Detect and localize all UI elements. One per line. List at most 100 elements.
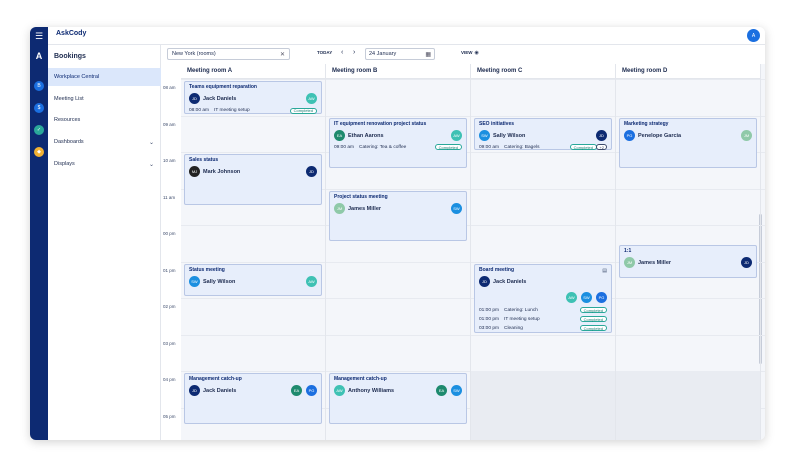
status-badge: Completed (434, 144, 462, 150)
attendee-avatar: PG (596, 291, 607, 303)
sidebar: Bookings Workplace Central Meeting List Re… (48, 45, 161, 440)
organizer-avatar: JD (189, 385, 200, 396)
organizer-avatar: JD (189, 93, 200, 104)
organizer-avatar: EA (334, 129, 345, 141)
time-label: 00 pm (163, 231, 176, 236)
organizer-name: James Miller (348, 205, 382, 212)
sidebar-item-label: Displays (54, 161, 75, 167)
booking-card[interactable]: Teams equipment reparation JD Jack Daniels… (184, 81, 322, 114)
sidebar-item-meeting-list[interactable]: Meeting List (48, 90, 161, 108)
booking-card[interactable]: Sales status MJ Mark Johnson JD (184, 154, 322, 205)
booking-title: Management catch-up (334, 376, 387, 382)
app-window: ☰ AskCody A A B $ ✓ ◆ Bookings Workplace Cen… (30, 27, 765, 440)
organizer-avatar: JD (479, 275, 490, 287)
organizer-avatar: MJ (189, 166, 200, 177)
user-avatar[interactable]: A (747, 29, 760, 42)
logo-icon[interactable]: A (34, 51, 44, 61)
sidebar-item-label: Dashboards (54, 139, 84, 145)
time-label: 05 pm (163, 413, 176, 419)
booking-card[interactable]: SEO initiatives SW Sally Wilson JD 09:00 am C… (474, 117, 612, 150)
status-badge: Completed (569, 144, 597, 150)
booking-title: Project status meeting (334, 193, 388, 200)
attendee-avatar: JD (306, 166, 317, 177)
organizer-name: Ethan Aarons (348, 132, 384, 139)
service-time: 09:00 am (479, 144, 500, 150)
service-time: 08:00 am (189, 108, 210, 113)
service-time: 09:00 am (334, 144, 355, 150)
service-row: 01:00 pm Catering: Lunch (479, 308, 538, 313)
attendee-avatar: PG (306, 385, 317, 396)
status-badge: Completed (579, 316, 607, 322)
chevron-down-icon[interactable]: ⌄ (149, 139, 154, 146)
today-button[interactable]: TODAY (317, 50, 332, 55)
organizer-name: Penelope Garcia (638, 132, 682, 139)
booking-card[interactable]: Marketing strategy PG Penelope Garcia JM (619, 117, 757, 169)
sidebar-item-resources[interactable]: Resources (48, 111, 161, 129)
room-header: Meeting room A (181, 64, 326, 79)
chevron-right-icon[interactable]: › (353, 49, 355, 56)
booking-card[interactable]: Board meeting ▤ JD Jack Daniels AW SW PG 01:00 … (474, 263, 612, 333)
booking-title: IT equipment renovation project status (334, 120, 427, 127)
service-row: 09:00 am Catering: Tea & coffee (334, 145, 406, 150)
service-time: 03:00 pm (479, 325, 500, 331)
chevron-down-icon[interactable]: ⌄ (149, 161, 154, 168)
attendee-avatar: AW (566, 291, 577, 303)
chevron-left-icon[interactable]: ‹ (341, 49, 343, 56)
booking-card[interactable]: Project status meeting JM James Miller SW (329, 190, 467, 242)
booking-title: 1:1 (624, 248, 632, 255)
booking-card[interactable]: Management catch-up AW Anthony Williams EA S… (329, 373, 467, 424)
sidebar-item-displays[interactable]: Displays ⌄ (48, 155, 161, 173)
booking-card[interactable]: 1:1 JM James Miller JD (619, 245, 757, 278)
brand-name: AskCody (56, 30, 87, 37)
attendee-avatar: SW (451, 385, 462, 396)
organizer-name: Jack Daniels (493, 278, 527, 285)
service-text: Catering: Bagels (504, 144, 540, 150)
dollar-icon[interactable]: $ (34, 103, 44, 113)
organizer-avatar: PG (624, 129, 635, 141)
location-input[interactable]: New York (rooms) ✕ (167, 48, 290, 60)
document-icon[interactable]: ▤ (602, 268, 607, 274)
clear-icon[interactable]: ✕ (280, 51, 285, 58)
organizer-avatar: JM (624, 257, 635, 269)
check-icon[interactable]: ✓ (34, 125, 44, 135)
booking-card[interactable]: Management catch-up JD Jack Daniels EA PG (184, 373, 322, 424)
date-input[interactable]: 24 January ▦ (365, 48, 435, 60)
attendee-avatar: EA (436, 385, 447, 396)
hamburger-icon[interactable]: ☰ (30, 27, 48, 45)
time-column: 08 am 09 am 10 am 11 am 00 pm 01 pm 02 pm 03 pm… (161, 64, 181, 440)
booking-card[interactable]: IT equipment renovation project status EA… (329, 117, 467, 169)
organizer-name: Anthony Williams (348, 388, 395, 394)
time-label: 03 pm (163, 340, 176, 346)
attendee-avatar: SW (581, 291, 592, 303)
service-time: 01:00 pm (479, 307, 500, 313)
toolbar: New York (rooms) ✕ TODAY ‹ › 24 January … (161, 45, 765, 64)
booking-card[interactable]: Status meeting SW Sally Wilson AW (184, 263, 322, 296)
service-text: IT meeting setup (214, 108, 250, 113)
organizer-avatar: JM (334, 202, 345, 214)
room-header: Meeting room B (326, 64, 471, 79)
booking-title: Marketing strategy (624, 120, 669, 127)
booking-title: Management catch-up (189, 376, 242, 382)
time-label: 02 pm (163, 304, 176, 309)
sidebar-item-dashboards[interactable]: Dashboards ⌄ (48, 133, 161, 151)
service-row: 09:00 am Catering: Bagels (479, 145, 539, 150)
cube-icon[interactable]: ◆ (34, 147, 44, 157)
calendar-icon[interactable]: ▦ (425, 51, 431, 58)
view-button[interactable]: VIEW ◉ (461, 50, 479, 56)
attendee-avatar: EA (291, 385, 302, 396)
sidebar-title: Bookings (54, 53, 86, 60)
time-label: 10 am (163, 158, 176, 163)
status-badge: Completed (579, 325, 607, 331)
organizer-name: Jack Daniels (203, 96, 237, 102)
booking-title: Board meeting (479, 266, 515, 273)
calendar-grid: 08 am 09 am 10 am 11 am 00 pm 01 pm 02 pm 03 pm… (161, 64, 765, 440)
attendee-avatar: JD (741, 257, 752, 269)
sidebar-item-workplace-central[interactable]: Workplace Central (48, 68, 161, 86)
eye-icon: ◉ (474, 50, 479, 56)
time-label: 09 am (163, 121, 176, 127)
icon-rail: A B $ ✓ ◆ (30, 45, 48, 440)
attendee-avatar: AW (451, 129, 462, 141)
bookings-icon[interactable]: B (34, 81, 44, 91)
service-row: 03:00 pm Cleaning (479, 326, 523, 331)
service-text: Catering: Tea & coffee (359, 144, 407, 150)
